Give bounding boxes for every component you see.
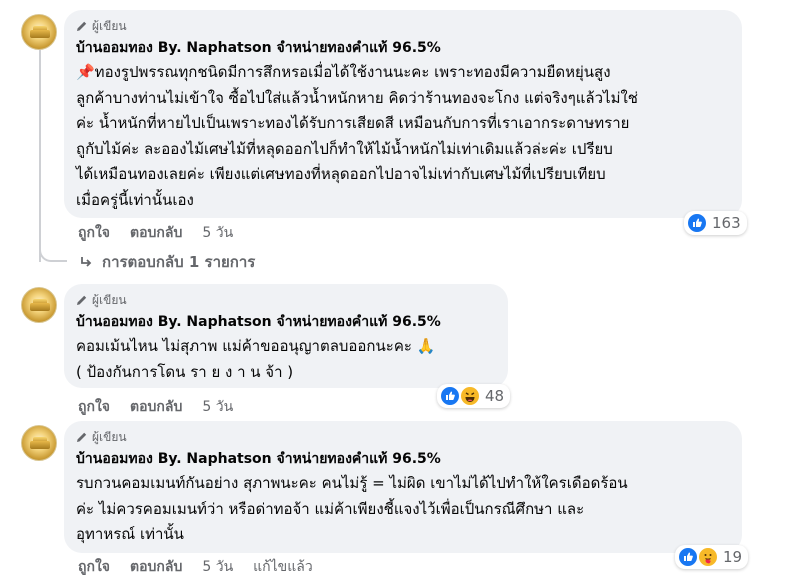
timestamp[interactable]: 5 วัน	[202, 222, 233, 244]
author-name[interactable]: บ้านออมทอง By. Naphatson จำหน่ายทองคำแท้…	[76, 449, 730, 469]
avatar[interactable]	[21, 425, 57, 461]
author-badge-label: ผู้เขียน	[92, 19, 127, 33]
like-reaction-icon	[439, 385, 461, 407]
author-badge: ผู้เขียน	[76, 18, 730, 34]
haha-reaction-icon	[459, 385, 481, 407]
care-reaction-icon	[697, 546, 719, 568]
view-replies-link[interactable]: การตอบกลับ 1 รายการ	[78, 250, 255, 274]
comment-text: 📌ทองรูปพรรณทุกชนิดมีการสึกหรอเมื่อได้ใช้…	[76, 63, 638, 209]
edited-label[interactable]: แก้ไขแล้ว	[253, 556, 313, 578]
reaction-summary[interactable]: 163	[684, 211, 747, 235]
author-badge: ผู้เขียน	[76, 292, 496, 308]
pencil-icon	[77, 295, 87, 305]
pencil-icon	[77, 21, 87, 31]
like-reaction-icon	[677, 546, 699, 568]
timestamp[interactable]: 5 วัน	[202, 556, 233, 578]
like-button[interactable]: ถูกใจ	[78, 556, 110, 578]
comment-bubble: ผู้เขียน บ้านออมทอง By. Naphatson จำหน่า…	[64, 284, 508, 388]
reaction-count: 19	[723, 548, 743, 566]
author-name[interactable]: บ้านออมทอง By. Naphatson จำหน่ายทองคำแท้…	[76, 312, 496, 332]
comment-actions: ถูกใจ ตอบกลับ 5 วัน	[78, 222, 233, 244]
reply-arrow-icon	[81, 257, 92, 267]
author-name[interactable]: บ้านออมทอง By. Naphatson จำหน่ายทองคำแท้…	[76, 38, 730, 58]
reply-button[interactable]: ตอบกลับ	[130, 222, 182, 244]
reaction-summary[interactable]: 19	[675, 545, 749, 569]
comment-text: รบกวนคอมเมนท์กันอย่าง สุภาพนะคะ คนไม่รู้…	[76, 474, 628, 543]
like-button[interactable]: ถูกใจ	[78, 222, 110, 244]
thread-connector	[39, 244, 67, 262]
comment-actions: ถูกใจ ตอบกลับ 5 วัน	[78, 396, 233, 418]
like-button[interactable]: ถูกใจ	[78, 396, 110, 418]
comment-actions: ถูกใจ ตอบกลับ 5 วัน แก้ไขแล้ว	[78, 556, 313, 578]
reply-button[interactable]: ตอบกลับ	[130, 556, 182, 578]
view-replies-label: การตอบกลับ 1 รายการ	[102, 253, 256, 271]
pencil-icon	[77, 432, 87, 442]
reply-button[interactable]: ตอบกลับ	[130, 396, 182, 418]
avatar[interactable]	[21, 14, 57, 50]
avatar[interactable]	[21, 287, 57, 323]
author-badge: ผู้เขียน	[76, 429, 730, 445]
reaction-count: 163	[712, 214, 741, 232]
author-badge-label: ผู้เขียน	[92, 293, 127, 307]
comment-bubble: ผู้เขียน บ้านออมทอง By. Naphatson จำหน่า…	[64, 421, 742, 553]
comment-text: คอมเม้นไหน ไม่สุภาพ แม่ค้าขออนุญาตลบออกน…	[76, 337, 436, 381]
thread-line	[39, 48, 41, 262]
author-badge-label: ผู้เขียน	[92, 430, 127, 444]
like-reaction-icon	[686, 212, 708, 234]
reaction-count: 48	[485, 387, 505, 405]
reaction-summary[interactable]: 48	[437, 384, 511, 408]
comment-bubble: ผู้เขียน บ้านออมทอง By. Naphatson จำหน่า…	[64, 10, 742, 218]
timestamp[interactable]: 5 วัน	[202, 396, 233, 418]
